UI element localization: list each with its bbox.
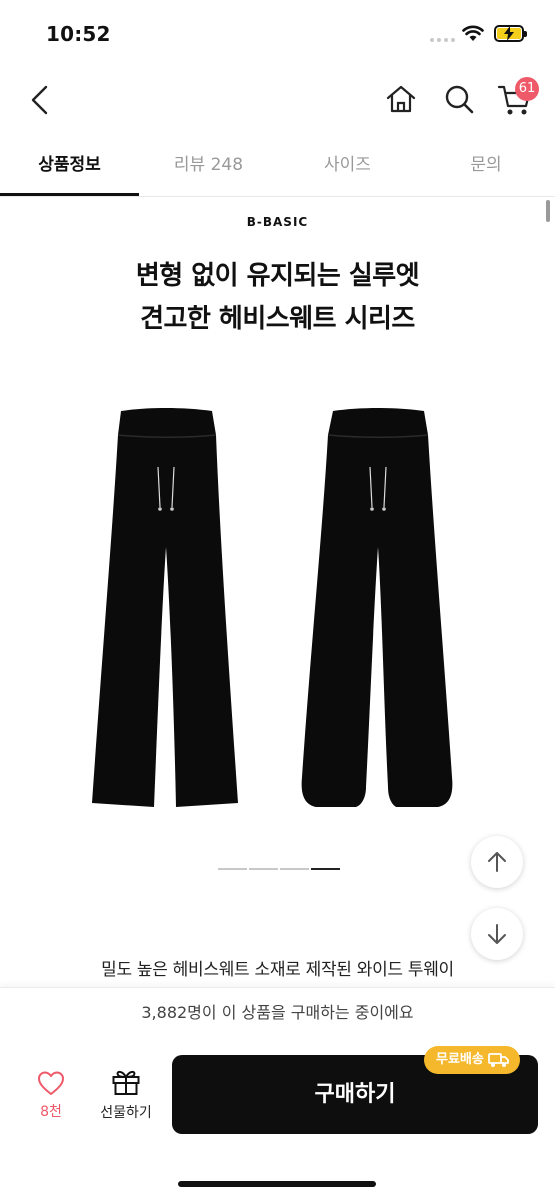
gift-button[interactable]: 선물하기 (86, 1068, 166, 1122)
like-count: 8천 (40, 1104, 62, 1120)
scroll-up-button[interactable] (471, 836, 523, 888)
scroll-down-button[interactable] (471, 908, 523, 960)
arrow-down-icon (488, 924, 506, 944)
product-image-jogger-pants (301, 408, 453, 807)
top-nav-bar (0, 70, 555, 130)
headline-line-1: 변형 없이 유지되는 실루엣 (135, 261, 420, 291)
home-icon[interactable] (385, 84, 417, 114)
bottom-action-bar: 8천 선물하기 구매하기 무료배송 (0, 1038, 555, 1200)
search-icon[interactable] (443, 83, 475, 115)
tab-reviews[interactable]: 리뷰 248 (139, 136, 278, 196)
gift-label: 선물하기 (100, 1105, 152, 1121)
status-time: 10:52 (46, 22, 111, 46)
carousel-dot-active (311, 868, 340, 870)
arrow-up-icon (488, 852, 506, 872)
active-tab-indicator (0, 193, 139, 196)
product-image-straight-pants (92, 408, 238, 807)
status-bar: 10:52 (0, 0, 555, 70)
delivery-truck-icon (487, 1053, 509, 1067)
back-icon[interactable] (28, 84, 52, 116)
battery-icon (494, 25, 527, 42)
wifi-icon (462, 25, 484, 41)
heart-icon (38, 1071, 64, 1095)
cart-count-badge: 61 (515, 77, 539, 101)
gift-icon (112, 1070, 140, 1095)
product-tabs: 상품정보 리뷰 248 사이즈 문의 (0, 136, 555, 197)
tab-size[interactable]: 사이즈 (278, 136, 417, 196)
carousel-dot (249, 868, 278, 870)
tab-inquiry[interactable]: 문의 (417, 136, 555, 196)
brand-label: B-BASIC (246, 215, 309, 229)
free-shipping-label: 무료배송 (436, 1052, 484, 1067)
purchase-activity-banner: 3,882명이 이 상품을 구매하는 중이에요 (0, 987, 555, 1039)
home-indicator (178, 1181, 376, 1187)
scrollbar[interactable] (546, 200, 550, 222)
like-button[interactable]: 8천 (25, 1070, 77, 1121)
carousel-dot (280, 868, 309, 870)
purchase-activity-text: 3,882명이 이 상품을 구매하는 중이에요 (141, 1003, 414, 1022)
tab-product-info[interactable]: 상품정보 (0, 136, 139, 196)
carousel-indicator (218, 868, 340, 870)
cellular-signal-icon (430, 38, 455, 42)
carousel-dot (218, 868, 247, 870)
free-shipping-badge: 무료배송 (424, 1046, 520, 1074)
headline-line-2: 견고한 헤비스웨트 시리즈 (140, 304, 415, 334)
